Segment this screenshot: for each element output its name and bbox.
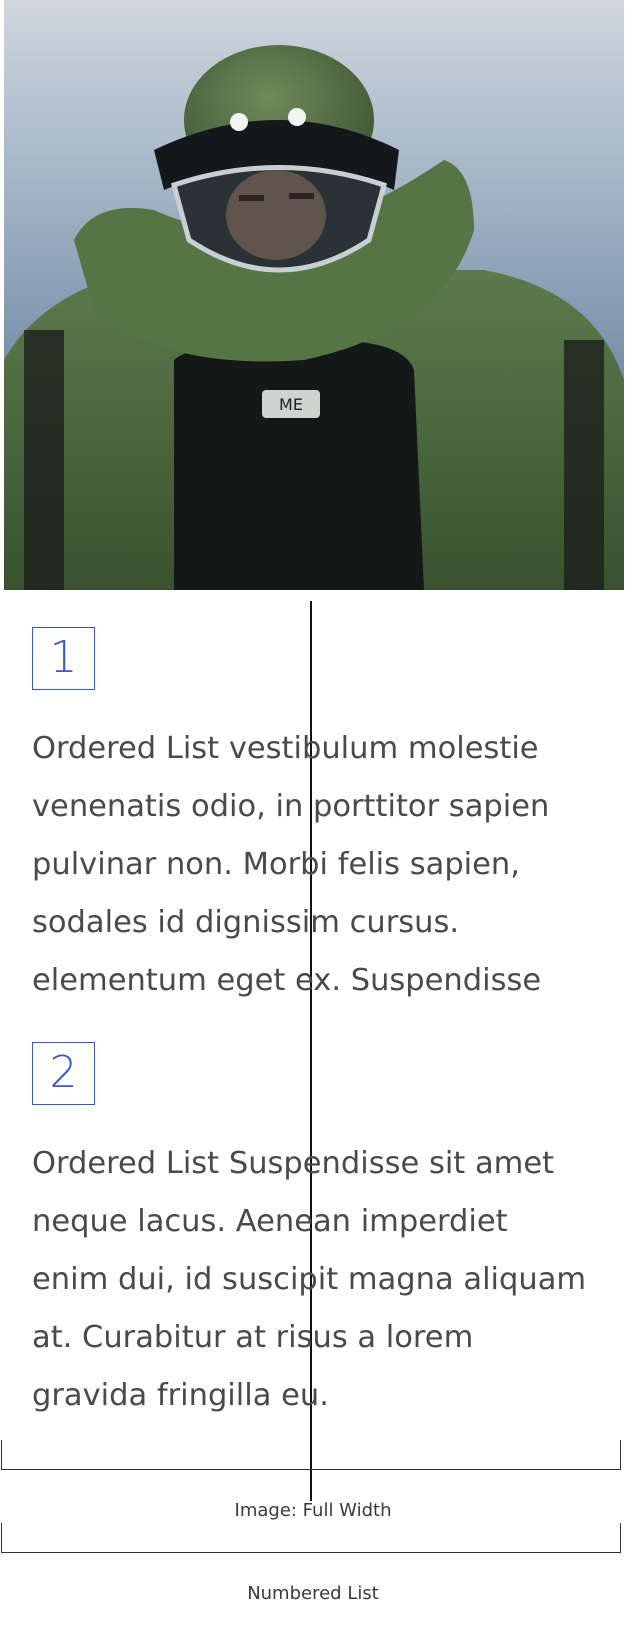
image-annotation-label: Image: Full Width — [234, 1500, 392, 1521]
list-number-badge: 2 — [32, 1042, 95, 1105]
list-item-text: Ordered List vestibulum molestie venenat… — [32, 731, 550, 998]
list-number-badge: 1 — [32, 627, 95, 690]
list-annotation-bracket — [1, 1523, 621, 1553]
list-item-text: Ordered List Suspendisse sit amet neque … — [32, 1146, 587, 1413]
hero-image: ME — [4, 0, 624, 590]
list-item: 2 Ordered List Suspendisse sit amet nequ… — [32, 1042, 592, 1425]
list-item: 1 Ordered List vestibulum molestie venen… — [32, 627, 592, 1010]
image-annotation-bracket — [1, 1440, 621, 1470]
list-annotation-label: Numbered List — [247, 1583, 379, 1604]
bomb-suit-illustration: ME — [4, 45, 624, 590]
svg-text:ME: ME — [279, 395, 303, 414]
